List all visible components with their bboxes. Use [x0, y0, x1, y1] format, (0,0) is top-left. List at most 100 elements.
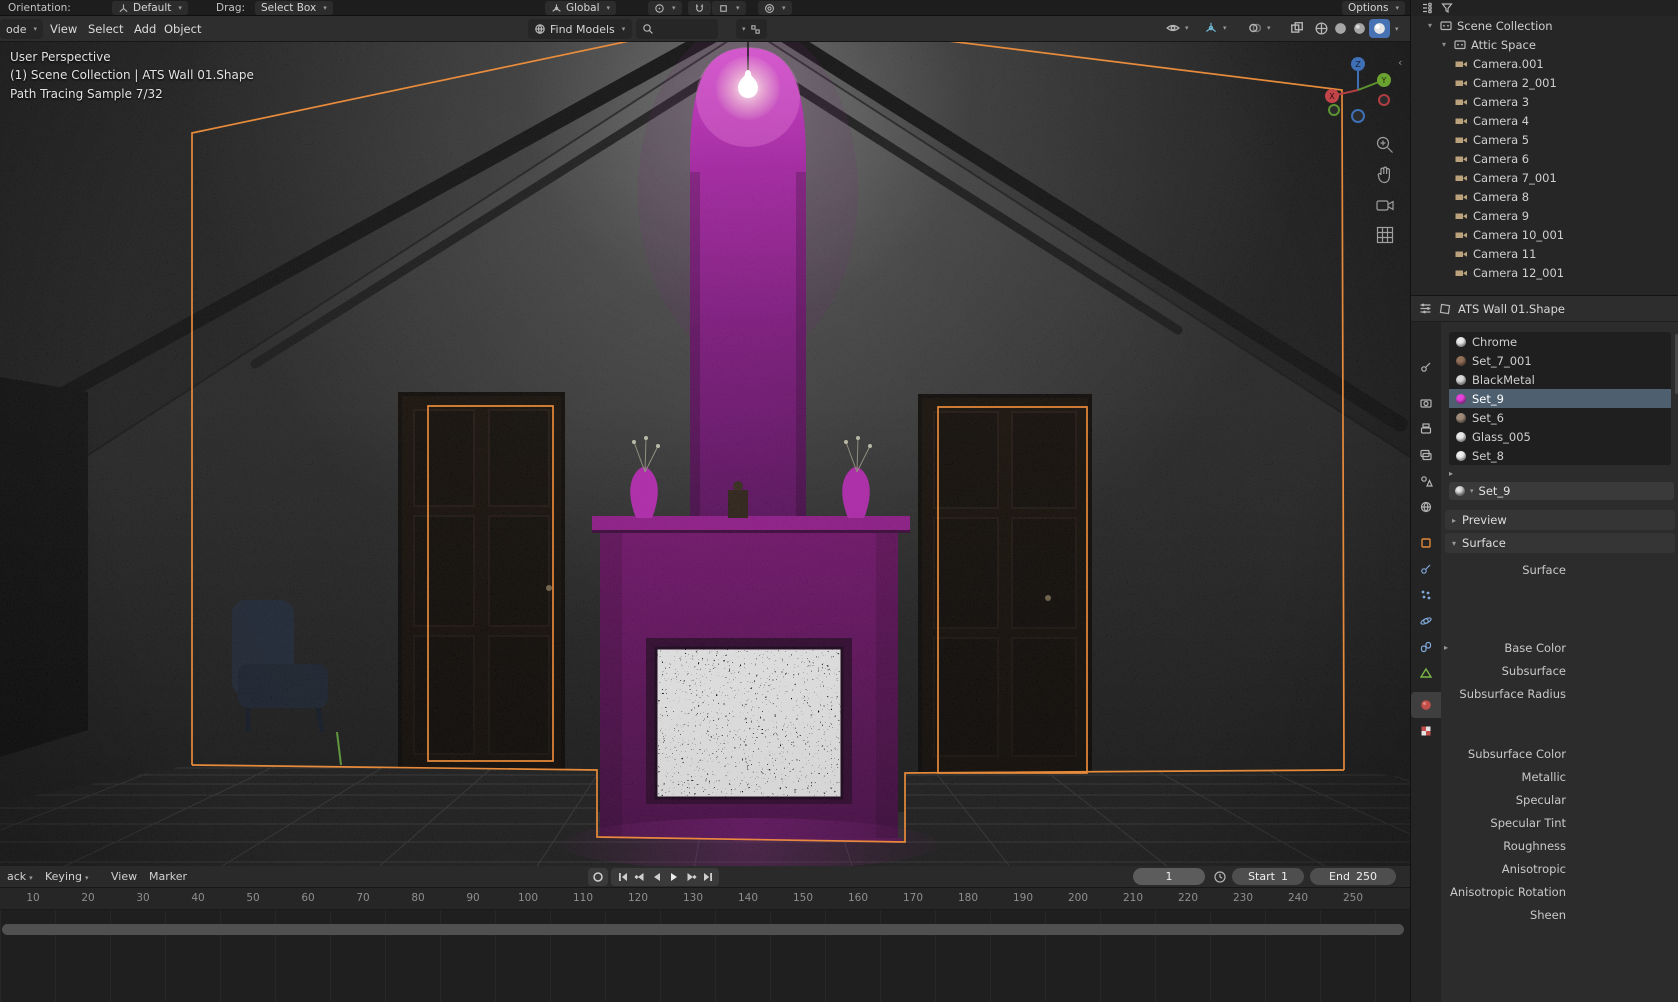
zoom-tool-icon[interactable]: [1374, 134, 1396, 156]
tab-render[interactable]: [1411, 390, 1441, 416]
proportional-editing-dropdown[interactable]: ▾: [758, 1, 792, 15]
end-frame-field[interactable]: End 250: [1310, 868, 1396, 885]
outliner-camera-row[interactable]: Camera 9: [1411, 206, 1678, 225]
properties-editor-icon[interactable]: [1419, 302, 1432, 315]
preview-panel-header[interactable]: ▸ Preview: [1445, 510, 1675, 530]
outliner-camera-row[interactable]: Camera 3: [1411, 92, 1678, 111]
tab-texture[interactable]: [1411, 718, 1441, 744]
gizmos-dropdown[interactable]: ▾: [1204, 21, 1227, 35]
outliner-camera-row[interactable]: Camera.001: [1411, 54, 1678, 73]
model-search-box[interactable]: [636, 19, 718, 39]
tab-object-data[interactable]: [1411, 660, 1441, 686]
slot-specials-arrow[interactable]: ▸: [1449, 469, 1453, 478]
options-label: Options: [1348, 2, 1389, 14]
pivot-point-dropdown[interactable]: ▾: [648, 1, 682, 15]
play-button[interactable]: [665, 870, 682, 884]
material-preview-dot: [1456, 374, 1466, 385]
material-slot-row[interactable]: Set_6: [1449, 408, 1671, 427]
tab-material[interactable]: [1411, 692, 1441, 718]
expand-open-icon[interactable]: ▾: [1425, 21, 1435, 30]
outliner-editor-icon[interactable]: [1421, 2, 1433, 14]
outliner-camera-row[interactable]: Camera 11: [1411, 244, 1678, 263]
tab-tool[interactable]: [1411, 354, 1441, 380]
menu-marker[interactable]: Marker: [142, 866, 194, 888]
expand-open-icon[interactable]: ▾: [1439, 40, 1449, 49]
tab-physics[interactable]: [1411, 608, 1441, 634]
material-slot-row[interactable]: Glass_005: [1449, 427, 1671, 446]
navigation-gizmo[interactable]: Z Y X: [1322, 52, 1394, 124]
orthographic-grid-icon[interactable]: [1374, 224, 1396, 246]
asset-options-dropdown[interactable]: ▾: [736, 19, 767, 39]
search-input[interactable]: [658, 23, 708, 35]
material-slot-row[interactable]: Set_7_001: [1449, 351, 1671, 370]
material-slot-row[interactable]: BlackMetal: [1449, 370, 1671, 389]
tab-view-layer[interactable]: [1411, 442, 1441, 468]
snap-settings-dropdown[interactable]: ▾: [712, 1, 746, 15]
start-frame-label: Start: [1248, 870, 1275, 883]
overlays-dropdown[interactable]: ▾: [1248, 21, 1271, 35]
next-keyframe-button[interactable]: [682, 870, 699, 884]
menu-playback[interactable]: ack ▾: [0, 866, 40, 888]
outliner-camera-row[interactable]: Camera 8: [1411, 187, 1678, 206]
drag-dropdown[interactable]: Select Box ▾: [255, 1, 333, 15]
menu-view[interactable]: View: [42, 16, 85, 42]
find-models-dropdown[interactable]: Find Models ▾: [528, 19, 632, 39]
tab-modifiers[interactable]: [1411, 556, 1441, 582]
expand-closed-icon[interactable]: ▸: [1444, 643, 1448, 652]
outliner-camera-row[interactable]: Camera 10_001: [1411, 225, 1678, 244]
snap-toggle[interactable]: [688, 1, 711, 15]
jump-to-start-button[interactable]: [614, 870, 631, 884]
shading-dropdown[interactable]: ▾: [1395, 25, 1399, 33]
mode-dropdown[interactable]: ode ▾: [0, 19, 43, 39]
menu-select[interactable]: Select: [80, 16, 131, 42]
material-slot-name: BlackMetal: [1472, 372, 1535, 387]
clock-icon[interactable]: [1213, 870, 1227, 884]
outliner-camera-row[interactable]: Camera 6: [1411, 149, 1678, 168]
outliner-camera-row[interactable]: Camera 4: [1411, 111, 1678, 130]
tab-particles[interactable]: [1411, 582, 1441, 608]
xray-toggle[interactable]: [1290, 21, 1304, 35]
menu-object[interactable]: Object: [156, 16, 209, 42]
camera-view-icon[interactable]: [1374, 194, 1396, 216]
shading-rendered-button[interactable]: [1369, 19, 1390, 38]
material-slot-row[interactable]: Chrome: [1449, 332, 1671, 351]
sidebar-toggle-arrow[interactable]: ‹: [1398, 56, 1402, 69]
play-reverse-button[interactable]: [648, 870, 665, 884]
timeline-scrollbar[interactable]: [2, 924, 1404, 935]
material-slot-row[interactable]: Set_9: [1449, 389, 1671, 408]
tab-world[interactable]: [1411, 494, 1441, 520]
3d-viewport[interactable]: User Perspective (1) Scene Collection | …: [0, 42, 1410, 866]
menu-view-timeline[interactable]: View: [104, 866, 144, 888]
jump-to-end-button[interactable]: [699, 870, 716, 884]
tab-output[interactable]: [1411, 416, 1441, 442]
outliner-camera-row[interactable]: Camera 5: [1411, 130, 1678, 149]
material-browse-icon[interactable]: [1455, 486, 1465, 496]
menu-keying[interactable]: Keying ▾: [38, 866, 95, 888]
shading-wireframe-button[interactable]: [1314, 21, 1329, 36]
filter-icon[interactable]: [1441, 2, 1453, 14]
current-frame-field[interactable]: 1: [1133, 868, 1205, 885]
timeline-ruler[interactable]: 10 20 30 40 50 60 70 80 90 100 110 120 1…: [0, 888, 1410, 910]
material-slot-row[interactable]: Set_8: [1449, 446, 1671, 465]
pan-hand-icon[interactable]: [1374, 164, 1396, 186]
tab-constraints[interactable]: [1411, 634, 1441, 660]
tab-object[interactable]: [1411, 530, 1441, 556]
material-datablock-field[interactable]: ▾ Set_9: [1449, 482, 1674, 500]
options-dropdown[interactable]: Options ▾: [1342, 1, 1406, 15]
surface-panel-header[interactable]: ▾ Surface: [1445, 533, 1675, 553]
orientation-dropdown[interactable]: Default ▾: [112, 1, 188, 15]
tab-scene[interactable]: [1411, 468, 1441, 494]
start-frame-field[interactable]: Start 1: [1232, 868, 1304, 885]
outliner-camera-row[interactable]: Camera 7_001: [1411, 168, 1678, 187]
shading-solid-button[interactable]: [1333, 21, 1348, 36]
autokey-record-button[interactable]: [588, 868, 608, 886]
shading-material-button[interactable]: [1352, 21, 1367, 36]
transform-orientation-dropdown[interactable]: Global ▾: [545, 1, 617, 15]
outliner-scene-collection-row[interactable]: ▾ Scene Collection: [1411, 16, 1678, 35]
timeline-track-area[interactable]: [0, 910, 1410, 1002]
previous-keyframe-button[interactable]: [631, 870, 648, 884]
outliner-camera-row[interactable]: Camera 2_001: [1411, 73, 1678, 92]
outliner-collection-row[interactable]: ▾ Attic Space: [1411, 35, 1678, 54]
outliner-camera-row[interactable]: Camera 12_001: [1411, 263, 1678, 282]
visibility-dropdown[interactable]: ▾: [1166, 21, 1189, 35]
